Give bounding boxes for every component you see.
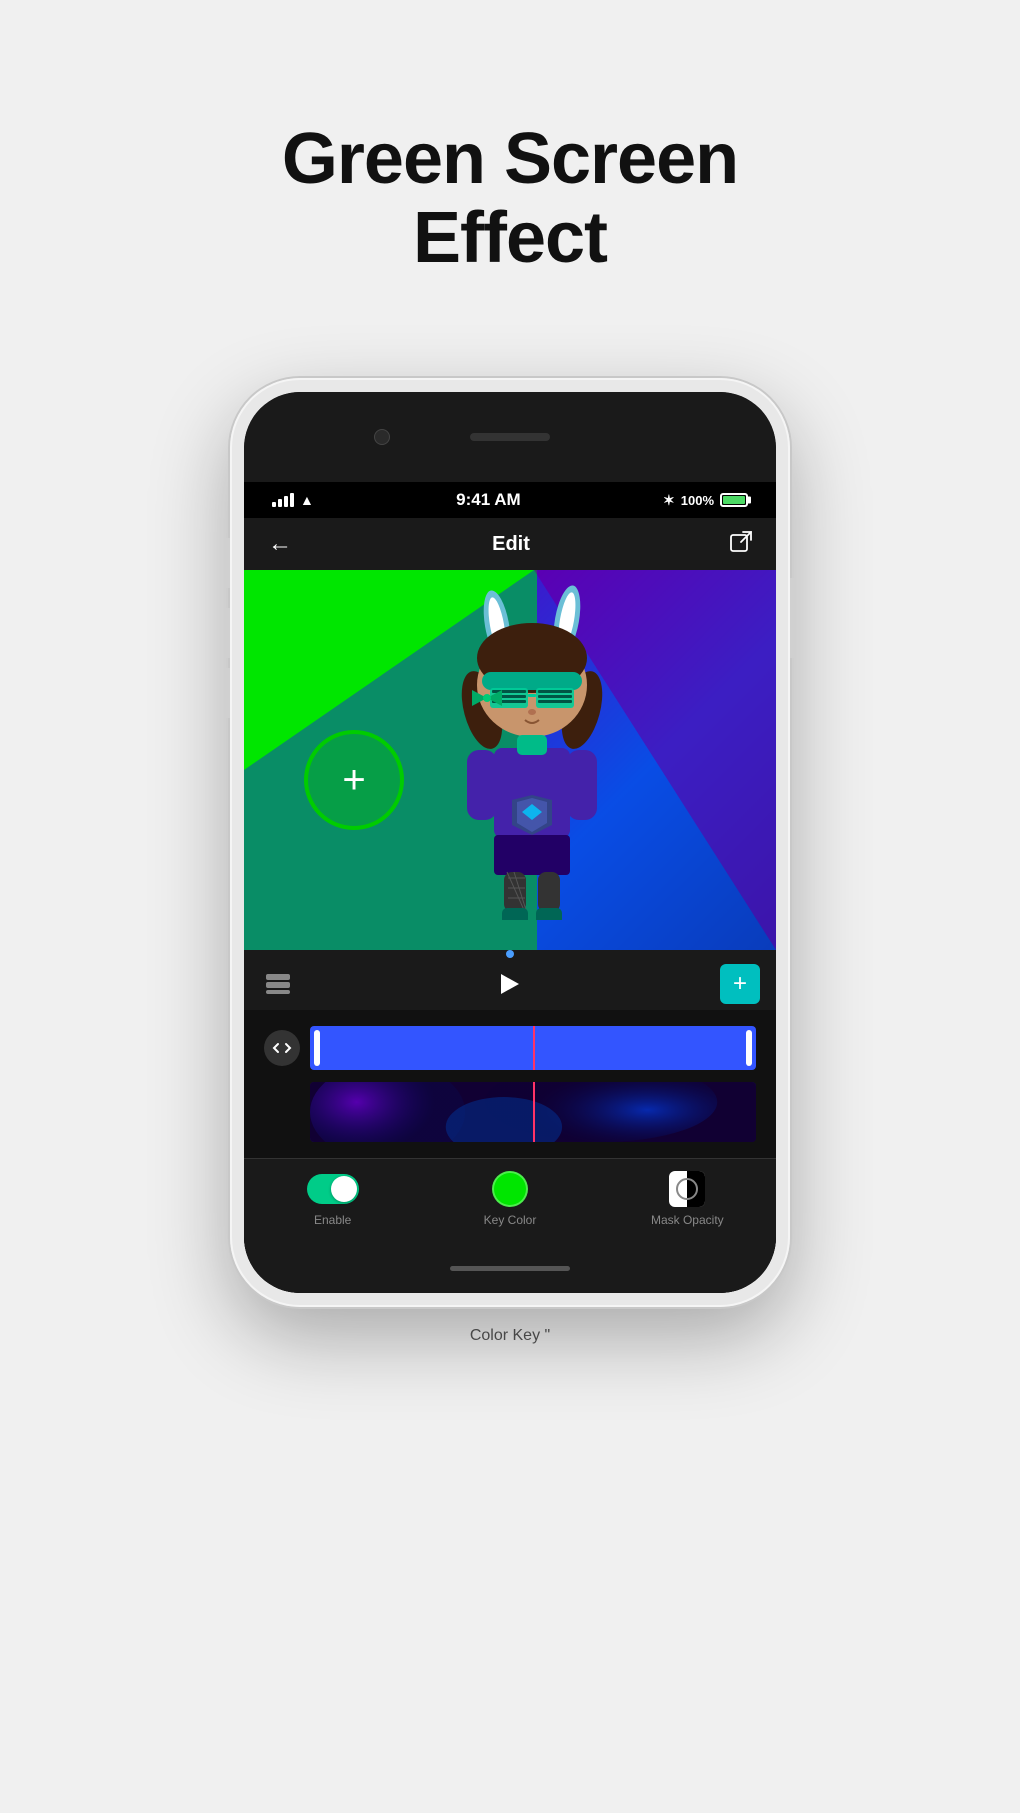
phone-camera <box>374 429 390 445</box>
track-icon-code <box>264 1030 300 1066</box>
phone-screen: ▲ 9:41 AM ✶ 100% ← <box>244 482 776 1293</box>
color-picker-circle[interactable]: + <box>304 730 404 830</box>
nav-bar: ← Edit <box>244 518 776 570</box>
bottom-tab-bar: Enable Key Color <box>244 1158 776 1243</box>
enable-label: Enable <box>314 1213 351 1227</box>
status-time: 9:41 AM <box>456 490 521 510</box>
key-color-icon-wrapper <box>492 1169 528 1209</box>
timeline-area <box>244 1010 776 1158</box>
play-triangle-icon <box>501 974 519 994</box>
color-key-label: Color Key " <box>470 1327 550 1344</box>
bottom-label-area: Color Key " <box>470 1327 550 1345</box>
add-icon: + <box>733 972 747 996</box>
nav-title: Edit <box>492 533 530 556</box>
scrubber-dot <box>506 950 514 958</box>
phone-mockup: ▲ 9:41 AM ✶ 100% ← <box>230 378 790 1307</box>
page-title: Green Screen Effect <box>282 120 738 278</box>
add-button[interactable]: + <box>720 964 760 1004</box>
phone-inner: ▲ 9:41 AM ✶ 100% ← <box>244 392 776 1293</box>
key-color-label: Key Color <box>484 1213 537 1227</box>
character-illustration <box>422 580 642 920</box>
enable-toggle[interactable] <box>307 1174 359 1204</box>
status-bar: ▲ 9:41 AM ✶ 100% <box>244 482 776 518</box>
home-indicator <box>450 1266 570 1271</box>
play-button[interactable] <box>486 962 530 1006</box>
bottom-toolbar: + <box>244 958 776 1010</box>
phone-speaker <box>470 433 550 441</box>
layers-button[interactable] <box>260 966 296 1002</box>
video-preview: + <box>244 570 776 950</box>
timeline-track-1 <box>244 1026 776 1070</box>
export-button[interactable] <box>730 531 752 558</box>
tab-enable[interactable]: Enable <box>244 1169 421 1227</box>
enable-icon-wrapper <box>307 1169 359 1209</box>
battery-percent: 100% <box>681 493 714 508</box>
bluetooth-icon: ✶ <box>663 492 675 509</box>
timeline-thumb-track <box>310 1082 756 1142</box>
battery-icon <box>720 493 748 507</box>
phone-top-bezel <box>244 392 776 482</box>
key-color-circle <box>492 1171 528 1207</box>
mask-opacity-icon-wrapper <box>669 1169 705 1209</box>
signal-icon <box>272 493 294 507</box>
status-left: ▲ <box>272 492 314 508</box>
back-button[interactable]: ← <box>268 530 292 558</box>
tab-mask-opacity[interactable]: Mask Opacity <box>599 1169 776 1227</box>
title-line2: Effect <box>413 198 607 278</box>
phone-outer: ▲ 9:41 AM ✶ 100% ← <box>230 378 790 1307</box>
toggle-knob <box>331 1176 357 1202</box>
clip-block[interactable] <box>310 1026 756 1070</box>
clip-handle-right[interactable] <box>746 1030 752 1066</box>
phone-bottom-bezel <box>244 1243 776 1293</box>
title-line1: Green Screen <box>282 119 738 199</box>
color-picker-plus-icon: + <box>342 760 365 800</box>
thumb-playhead <box>533 1082 535 1142</box>
clip-handle-left[interactable] <box>314 1030 320 1066</box>
mask-opacity-label: Mask Opacity <box>651 1213 724 1227</box>
scrubber-bar <box>244 950 776 958</box>
clip-playhead <box>533 1026 535 1070</box>
page-heading: Green Screen Effect <box>282 60 738 328</box>
mask-opacity-icon <box>669 1171 705 1207</box>
status-right: ✶ 100% <box>663 492 748 509</box>
tab-key-color[interactable]: Key Color <box>421 1169 598 1227</box>
wifi-icon: ▲ <box>300 492 314 508</box>
